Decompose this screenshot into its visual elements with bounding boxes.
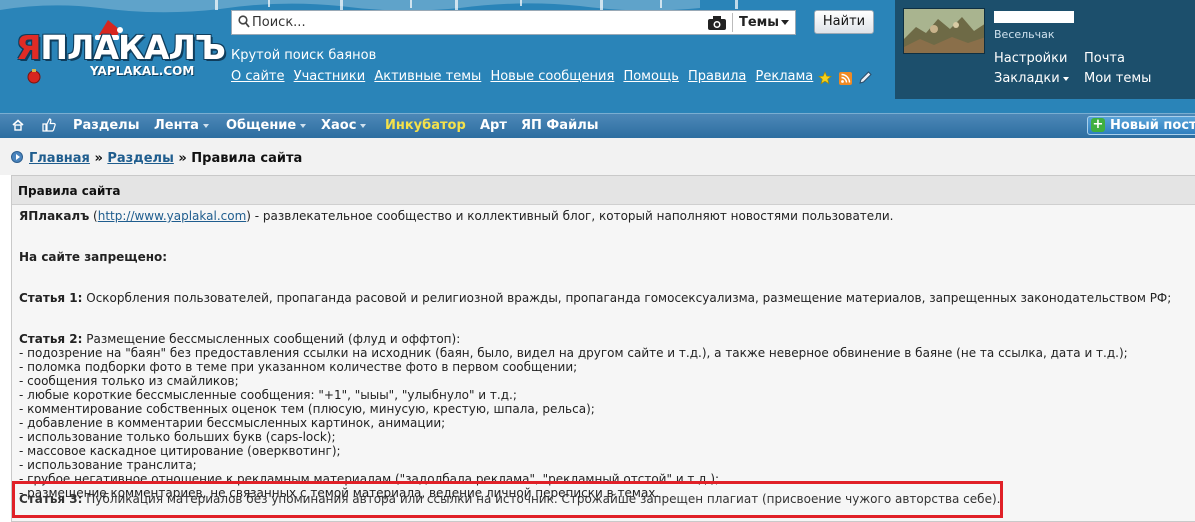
new-post-label: Новый пост <box>1110 118 1195 133</box>
rss-icon[interactable] <box>839 70 852 89</box>
link-members[interactable]: Участники <box>294 69 366 84</box>
intro-paragraph: ЯПлакалъ (http://www.yaplakal.com) - раз… <box>19 209 894 223</box>
site-logo[interactable]: ЯПЛАКАЛЪ YAPLAKAL.COM <box>12 18 226 88</box>
breadcrumb-arrow-icon <box>11 151 23 163</box>
nav-chaos-label: Хаос <box>321 118 357 133</box>
article-3: Статья 3: Публикация материалов без упом… <box>19 492 1000 506</box>
link-my-topics[interactable]: Мои темы <box>1084 71 1151 86</box>
nav-chaos[interactable]: Хаос <box>321 118 367 133</box>
forbidden-heading: На сайте запрещено: <box>19 250 168 264</box>
list-item: - использование транслита; <box>19 458 197 472</box>
list-item: - комментирование собственных оценок тем… <box>19 402 595 416</box>
link-bookmarks[interactable]: Закладки <box>994 71 1069 86</box>
star-icon[interactable] <box>818 70 832 89</box>
breadcrumb-current: Правила сайта <box>191 151 303 166</box>
christmas-ball-icon <box>27 69 41 84</box>
link-ads[interactable]: Реклама <box>756 69 814 84</box>
breadcrumb-separator: » <box>178 151 187 166</box>
nav-incubator[interactable]: Инкубатор <box>385 118 466 133</box>
search-button[interactable]: Найти <box>814 10 874 34</box>
nav-feed[interactable]: Лента <box>154 118 209 133</box>
nav-yap-files[interactable]: ЯП Файлы <box>521 118 598 133</box>
nav-feed-label: Лента <box>154 118 199 133</box>
breadcrumb-home[interactable]: Главная <box>29 151 90 166</box>
breadcrumb-separator: » <box>94 151 103 166</box>
list-item: - массовое каскадное цитирование (оверкв… <box>19 444 341 458</box>
user-rank: Весельчак <box>994 28 1055 41</box>
article-2: Статья 2: Размещение бессмысленных сообщ… <box>19 332 1171 346</box>
main-nav: Разделы Лента Общение Хаос Инкубатор Арт… <box>0 113 1195 138</box>
article-2-text: Размещение бессмысленных сообщений (флуд… <box>82 332 461 346</box>
rules-body: ЯПлакалъ (http://www.yaplakal.com) - раз… <box>19 209 1171 500</box>
chevron-down-icon <box>202 123 209 128</box>
search-scope-select[interactable]: Темы <box>739 15 779 30</box>
chevron-down-icon <box>300 123 307 128</box>
home-icon[interactable] <box>11 118 25 132</box>
search-tagline: Крутой поиск баянов <box>231 48 377 63</box>
list-item: - поломка подборки фото в теме при указа… <box>19 360 578 374</box>
article-1-text: Оскорбления пользователей, пропаганда ра… <box>82 291 1172 305</box>
new-post-button[interactable]: + Новый пост <box>1087 116 1195 135</box>
link-new-messages[interactable]: Новые сообщения <box>490 69 614 84</box>
link-active-topics[interactable]: Активные темы <box>374 69 481 84</box>
link-help[interactable]: Помощь <box>623 69 678 84</box>
chevron-down-icon <box>781 20 789 25</box>
breadcrumb-sections[interactable]: Разделы <box>107 151 173 166</box>
logo-subtitle: YAPLAKAL.COM <box>90 64 195 78</box>
list-item: - сообщения только из смайликов; <box>19 374 239 388</box>
bookmarks-label: Закладки <box>994 71 1060 86</box>
rules-panel-header: Правила сайта <box>12 176 1195 205</box>
site-url-link[interactable]: http://www.yaplakal.com <box>98 209 247 223</box>
link-settings[interactable]: Настройки <box>994 51 1067 66</box>
logo-wordmark: ЯПЛАКАЛЪ <box>16 28 226 67</box>
article-3-label: Статья 3: <box>19 492 83 506</box>
site-name: ЯПлакалъ <box>19 209 90 223</box>
list-item: - любые короткие бессмысленные сообщения… <box>19 388 517 402</box>
search-icon <box>238 15 250 28</box>
link-rules[interactable]: Правила <box>688 69 746 84</box>
site-header: ЯПЛАКАЛЪ YAPLAKAL.COM Темы Найти Крутой … <box>0 0 1195 113</box>
search-box: Темы <box>231 10 796 35</box>
page-title: Правила сайта <box>18 184 121 198</box>
pencil-icon[interactable] <box>858 70 873 89</box>
list-item: - использование только больших букв (cap… <box>19 430 336 444</box>
list-item: - подозрение на "баян" без предоставлени… <box>19 346 1128 360</box>
chevron-down-icon <box>360 123 367 128</box>
plus-icon: + <box>1091 117 1105 132</box>
user-panel: Весельчак Настройки Почта Закладки Мои т… <box>895 0 1195 99</box>
rules-panel: Правила сайта ЯПлакалъ (http://www.yapla… <box>11 175 1195 522</box>
header-links: О сайте Участники Активные темы Новые со… <box>231 69 818 84</box>
camera-search-icon[interactable] <box>707 15 727 31</box>
list-item: - добавление в комментарии бессмысленных… <box>19 416 446 430</box>
article-1-label: Статья 1: <box>19 291 83 305</box>
link-about[interactable]: О сайте <box>231 69 285 84</box>
intro-text: - развлекательное сообщество и коллектив… <box>250 209 894 223</box>
search-input[interactable] <box>252 13 702 32</box>
nav-communication[interactable]: Общение <box>226 118 307 133</box>
thumbs-up-icon[interactable] <box>41 117 57 133</box>
search-separator <box>732 13 733 32</box>
breadcrumb: Главная » Разделы » Правила сайта <box>11 151 302 166</box>
article-2-label: Статья 2: <box>19 332 83 346</box>
article-1: Статья 1: Оскорбления пользователей, про… <box>19 291 1171 305</box>
chevron-down-icon <box>1062 76 1069 81</box>
nav-communication-label: Общение <box>226 118 297 133</box>
nav-art[interactable]: Арт <box>480 118 507 133</box>
username-redacted <box>994 11 1074 23</box>
nav-sections[interactable]: Разделы <box>73 118 139 133</box>
article-3-text: Публикация материалов без упоминания авт… <box>82 492 1001 506</box>
avatar[interactable] <box>903 8 985 54</box>
link-mail[interactable]: Почта <box>1084 51 1125 66</box>
